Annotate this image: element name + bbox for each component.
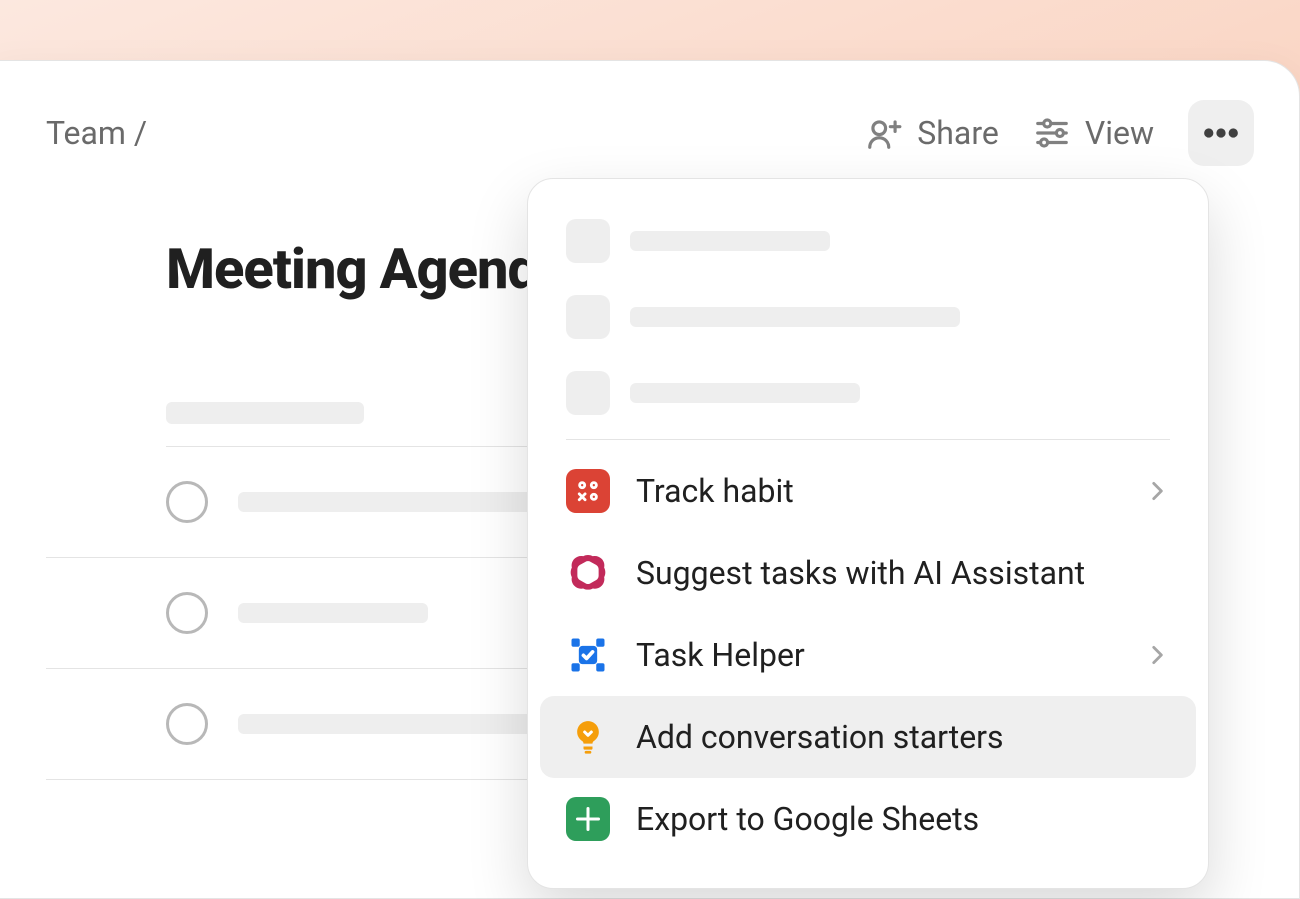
- menu-item-export-sheets[interactable]: Export to Google Sheets: [540, 778, 1196, 860]
- menu-item-label: Add conversation starters: [636, 718, 1170, 756]
- share-label: Share: [917, 114, 999, 152]
- placeholder-icon: [566, 295, 610, 339]
- menu-item-task-helper[interactable]: Task Helper: [540, 614, 1196, 696]
- more-horizontal-icon: [1200, 112, 1242, 154]
- placeholder-icon: [566, 219, 610, 263]
- chevron-right-icon: [1144, 642, 1170, 668]
- section-title-placeholder: [166, 402, 364, 424]
- task-checkbox[interactable]: [166, 703, 208, 745]
- toolbar-actions: Share View: [865, 100, 1254, 166]
- placeholder-text: [630, 307, 960, 327]
- menu-item-ai-assistant[interactable]: Suggest tasks with AI Assistant: [540, 532, 1196, 614]
- bulb-icon: [566, 715, 610, 759]
- task-title-placeholder: [238, 492, 558, 512]
- placeholder-text: [630, 383, 860, 403]
- menu-item-track-habit[interactable]: Track habit: [540, 450, 1196, 532]
- menu-divider: [566, 439, 1170, 440]
- more-options-menu: Track habit Suggest tasks with AI Assist…: [527, 178, 1209, 889]
- task-title-placeholder: [238, 603, 428, 623]
- menu-placeholder-row[interactable]: [540, 203, 1196, 279]
- menu-item-label: Track habit: [636, 472, 1118, 510]
- topbar: Team / Share View: [46, 100, 1254, 166]
- more-options-button[interactable]: [1188, 100, 1254, 166]
- placeholder-icon: [566, 371, 610, 415]
- menu-placeholder-row[interactable]: [540, 279, 1196, 355]
- dice-icon: [566, 469, 610, 513]
- placeholder-text: [630, 231, 830, 251]
- sliders-icon: [1033, 114, 1071, 152]
- breadcrumb-parent: Team: [46, 114, 126, 152]
- view-label: View: [1085, 114, 1154, 152]
- menu-item-conversation-starters[interactable]: Add conversation starters: [540, 696, 1196, 778]
- breadcrumb[interactable]: Team /: [46, 114, 147, 152]
- select-icon: [566, 633, 610, 677]
- task-checkbox[interactable]: [166, 592, 208, 634]
- share-button[interactable]: Share: [865, 114, 999, 152]
- menu-item-label: Suggest tasks with AI Assistant: [636, 554, 1170, 592]
- view-button[interactable]: View: [1033, 114, 1154, 152]
- menu-item-label: Export to Google Sheets: [636, 800, 1170, 838]
- openai-icon: [566, 551, 610, 595]
- menu-item-label: Task Helper: [636, 636, 1118, 674]
- task-title-placeholder: [238, 714, 538, 734]
- chevron-right-icon: [1144, 478, 1170, 504]
- sheets-icon: [566, 797, 610, 841]
- task-checkbox[interactable]: [166, 481, 208, 523]
- breadcrumb-separator: /: [134, 114, 147, 152]
- menu-placeholder-row[interactable]: [540, 355, 1196, 431]
- share-icon: [865, 114, 903, 152]
